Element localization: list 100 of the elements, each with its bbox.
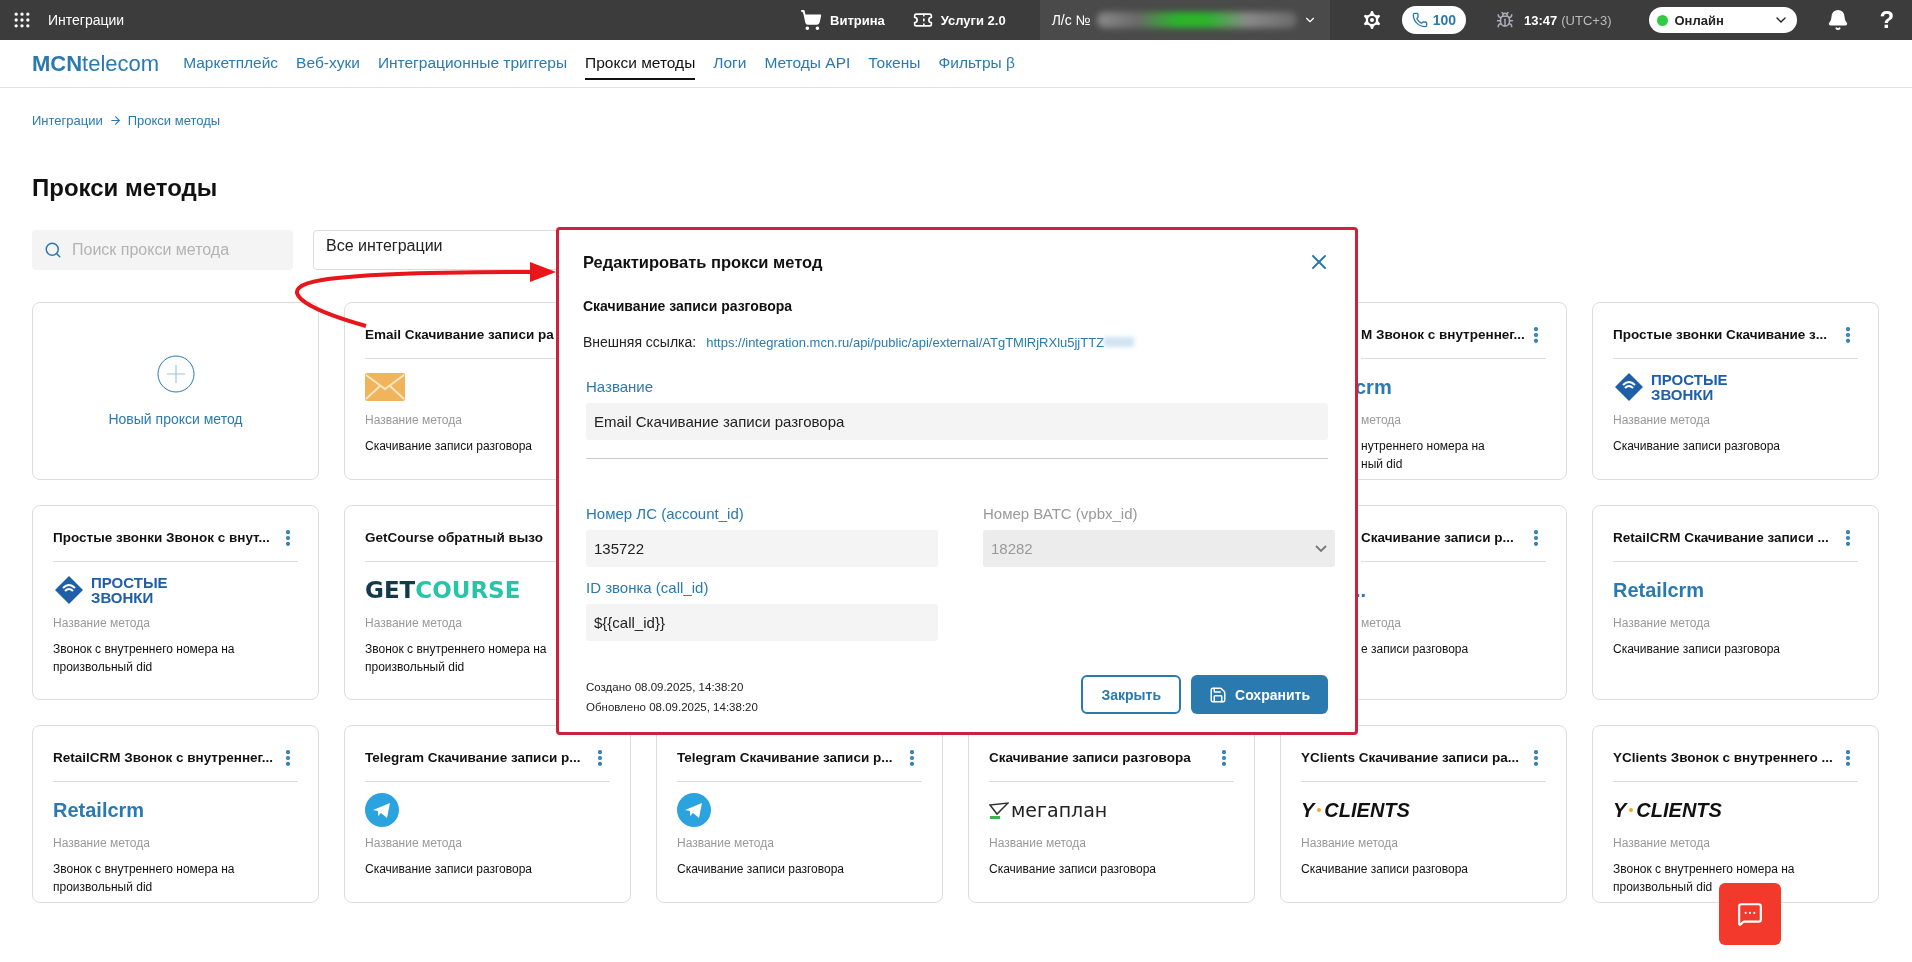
external-link[interactable]: https://integration.mcn.ru/api/public/api/external/ATgTMlRjRXlu5jjTTZ xyxy=(706,334,1105,350)
paper-plane-icon xyxy=(365,793,399,827)
card-description: Скачивание записи разговора xyxy=(1613,641,1781,658)
card-title: GetCourse обратный вызо xyxy=(365,530,543,545)
chat-button[interactable] xyxy=(1719,883,1781,945)
call-id-field[interactable]: ${{call_id}} xyxy=(586,604,938,641)
close-button[interactable]: Закрыть xyxy=(1081,675,1182,714)
field-label: Номер ВАТС (vpbx_id) xyxy=(983,505,1139,522)
card-caption: Название метода xyxy=(677,836,775,850)
logo-text: GET xyxy=(365,578,416,602)
method-card[interactable]: Простые звонки Скачивание з... ПРОСТЫЕ ЗВОНКИ Название метода Скачивание записи разговора xyxy=(1592,302,1879,480)
method-card[interactable]: RetailCRM Звонок с внутреннег... Retailcrm Название метода Звонок с внутреннего номера на произвольный did xyxy=(32,725,319,903)
app-title: Интеграции xyxy=(48,12,125,28)
method-card[interactable]: YClients Скачивание записи ра... Y CLIENTS Название метода Скачивание записи разговора xyxy=(1280,725,1567,903)
nav-tab[interactable]: Маркетплейс xyxy=(183,47,279,80)
card-description: е записи разговора xyxy=(1361,641,1470,658)
logo-icon xyxy=(53,574,85,606)
card-title: М Звонок с внутреннег... xyxy=(1361,327,1525,342)
breadcrumb[interactable]: Прокси методы xyxy=(127,112,221,128)
card-caption: Название метода xyxy=(53,616,151,630)
card-description: Скачивание записи разговора xyxy=(989,861,1157,878)
name-field[interactable]: Email Скачивание записи разговора xyxy=(586,403,1328,440)
card-description: Скачивание записи разговора xyxy=(1301,861,1469,878)
dialog-title: Редактировать прокси метод xyxy=(583,252,823,272)
logo-text: ЗВОНКИ xyxy=(1651,387,1715,402)
logo-icon xyxy=(1613,371,1645,403)
card-title: RetailCRM Звонок с внутреннег... xyxy=(53,750,274,765)
dot-icon xyxy=(1629,808,1634,812)
nav-tab[interactable]: Интеграционные триггеры xyxy=(377,47,568,80)
card-caption: метода xyxy=(1361,413,1402,427)
card-title: RetailCRM Скачивание записи ... xyxy=(1613,530,1829,545)
timezone: (UTC+3) xyxy=(1561,12,1612,28)
logo-text: Y xyxy=(1613,800,1627,820)
logo-text: Retailcrm xyxy=(53,800,145,820)
account-field[interactable]: 135722 xyxy=(586,530,938,567)
method-card[interactable]: YClients Звонок с внутреннего ... Y CLIENTS Название метода Звонок с внутреннего номера на произвольный did xyxy=(1592,725,1879,903)
nav-tab[interactable]: Методы API xyxy=(764,47,851,80)
nav-tab[interactable]: Веб-хуки xyxy=(296,47,360,80)
card-title: YClients Звонок с внутреннего ... xyxy=(1613,750,1833,765)
card-title: Email Скачивание записи ра xyxy=(365,327,554,342)
card-title: Telegram Скачивание записи р... xyxy=(365,750,581,765)
help-icon[interactable]: ? xyxy=(1879,6,1895,34)
card-title: Скачивание записи р... xyxy=(1361,530,1514,545)
page-title: Прокси методы xyxy=(32,174,219,203)
paper-plane-icon xyxy=(989,801,1009,820)
chat-icon xyxy=(1737,901,1763,927)
card-description: Скачивание записи разговора xyxy=(677,861,845,878)
notifications-icon[interactable] xyxy=(1827,9,1850,31)
search-icon xyxy=(44,241,62,259)
method-card[interactable]: Простые звонки Звонок с внут... ПРОСТЫЕ ЗВОНКИ Название метода Звонок с внутреннего номера на произвольный did xyxy=(32,505,319,700)
top-link[interactable]: Услуги 2.0 xyxy=(912,10,1006,30)
arrow-icon xyxy=(108,113,122,127)
save-button[interactable]: Сохранить xyxy=(1191,675,1328,714)
search-field[interactable]: Поиск прокси метода xyxy=(32,230,293,270)
new-method-card[interactable]: Новый прокси метод xyxy=(32,302,319,480)
logo-text: ПРОСТЫЕ xyxy=(91,575,168,590)
nav-tab[interactable]: Фильтры β xyxy=(938,47,1015,80)
account-selector[interactable]: Л/с № xyxy=(1039,0,1330,40)
card-title: Telegram Скачивание записи р... xyxy=(677,750,893,765)
card-title: Скачивание записи разговора xyxy=(989,750,1191,765)
apps-menu-icon[interactable] xyxy=(12,10,32,30)
card-caption: Название метода xyxy=(1613,616,1711,630)
card-caption: Название метода xyxy=(365,836,463,850)
method-card[interactable]: RetailCRM Скачивание записи ... Retailcrm Название метода Скачивание записи разговора xyxy=(1592,505,1879,700)
card-caption: Название метода xyxy=(53,836,151,850)
nav-tab[interactable]: Токены xyxy=(868,47,921,80)
status-dropdown[interactable]: Онлайн xyxy=(1649,7,1798,33)
ticket-icon xyxy=(912,10,933,30)
breadcrumb[interactable]: Интеграции xyxy=(32,112,103,128)
redacted-blur xyxy=(1104,337,1135,347)
logo-text: CLIENTS xyxy=(1636,800,1722,820)
nav-tab[interactable]: Прокси методы xyxy=(585,47,696,80)
card-title: Простые звонки Скачивание з... xyxy=(1613,327,1828,342)
card-description: Скачивание записи разговора xyxy=(1613,438,1781,455)
logo-text: ПРОСТЫЕ xyxy=(1651,372,1728,387)
envelope-icon xyxy=(365,373,405,401)
logo-text: мегаплан xyxy=(1011,800,1108,820)
card-caption: метода xyxy=(1361,616,1402,630)
card-description: Звонок с внутреннего номера на произвольный did xyxy=(365,641,548,676)
top-link[interactable]: Витрина xyxy=(800,9,885,31)
card-description: Скачивание записи разговора xyxy=(365,438,533,455)
logo-text: Retailcrm xyxy=(1613,580,1705,600)
method-card[interactable]: Telegram Скачивание записи р... Название метода Скачивание записи разговора xyxy=(344,725,631,903)
logo-text: ЗВОНКИ xyxy=(91,590,155,605)
logo-text: CLIENTS xyxy=(1324,800,1410,820)
updated-date: Обновлено 08.09.2025, 14:38:20 xyxy=(586,701,758,713)
logo[interactable]: MCNtelecom xyxy=(32,50,160,77)
card-caption: Название метода xyxy=(1301,836,1399,850)
card-title: YClients Скачивание записи ра... xyxy=(1301,750,1519,765)
bug-icon[interactable] xyxy=(1496,11,1515,29)
nav-tab[interactable]: Логи xyxy=(713,47,747,80)
logo-text: Y xyxy=(1301,800,1315,820)
calls-badge[interactable]: 100 xyxy=(1401,6,1467,34)
clock-time: 13:47 xyxy=(1524,12,1558,28)
card-title: Простые звонки Звонок с внут... xyxy=(53,530,270,545)
caret-icon xyxy=(1315,545,1327,552)
card-description: Звонок с внутреннего номера на произвольный did xyxy=(53,641,236,676)
card-caption: Название метода xyxy=(1613,836,1711,850)
plus-icon xyxy=(156,355,195,393)
card-description: нутреннего номера на ный did xyxy=(1361,438,1486,473)
